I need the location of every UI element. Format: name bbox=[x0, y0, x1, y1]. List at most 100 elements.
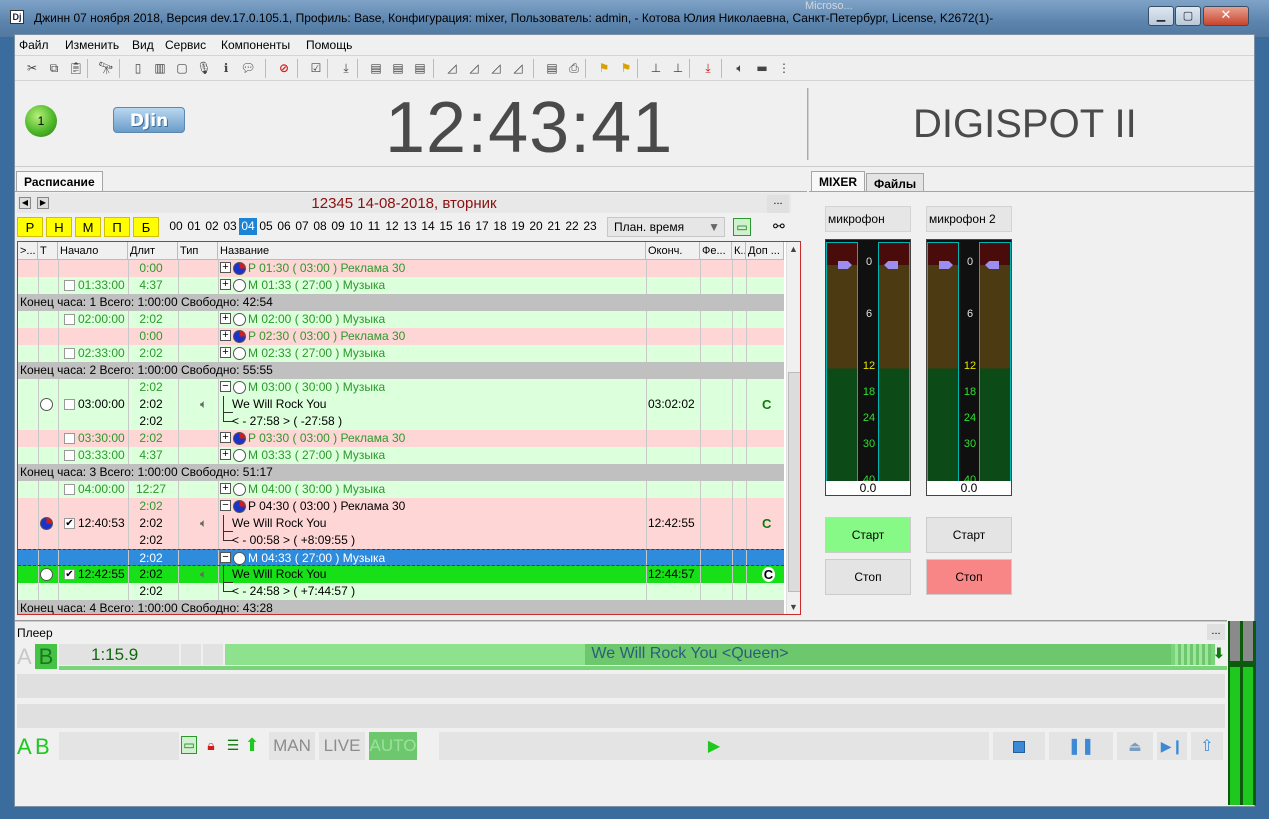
pause-button[interactable]: ❚❚ bbox=[1049, 732, 1113, 760]
deck-b-label[interactable]: B bbox=[35, 644, 57, 669]
table-row[interactable]: 01:33:00 4:37 + M 01:33 ( 27:00 ) Музыка bbox=[18, 277, 784, 294]
hour-02[interactable]: 02 bbox=[203, 218, 221, 235]
down-arrow-icon[interactable]: ⬇ bbox=[1213, 645, 1225, 662]
collapse-icon[interactable]: − bbox=[220, 381, 231, 392]
expand-icon[interactable]: + bbox=[220, 330, 231, 341]
day-button-0[interactable]: Р bbox=[17, 217, 43, 237]
menu-item-3[interactable]: Сервис bbox=[165, 38, 206, 52]
expand-icon[interactable]: + bbox=[220, 347, 231, 358]
paste-icon[interactable]: 📋︎ bbox=[67, 59, 85, 77]
square-icon[interactable]: ▢ bbox=[173, 59, 191, 77]
mic-icon[interactable]: 🎙︎ bbox=[195, 59, 213, 77]
mode-auto-button[interactable]: AUTO bbox=[369, 732, 417, 760]
scroll-up-icon[interactable]: ▲ bbox=[789, 244, 798, 254]
binoculars-icon[interactable]: ⚯ bbox=[773, 218, 785, 235]
menu-item-2[interactable]: Вид bbox=[132, 38, 154, 52]
column-header-9[interactable]: Доп ... bbox=[746, 242, 784, 260]
stop-sign-icon[interactable]: ⊘ bbox=[275, 59, 293, 77]
row-checkbox[interactable] bbox=[64, 433, 75, 444]
lock-icon[interactable]: 🔒︎ bbox=[203, 736, 219, 754]
hour-summary-row[interactable]: Конец часа: 3 Всего: 1:00:00 Свободно: 5… bbox=[18, 464, 784, 481]
table-row[interactable]: 04:00:00 12:27 + M 04:00 ( 30:00 ) Музыка bbox=[18, 481, 784, 498]
deck-a-label[interactable]: A bbox=[17, 644, 32, 670]
day-button-4[interactable]: Б bbox=[133, 217, 159, 237]
expand-icon[interactable]: + bbox=[220, 432, 231, 443]
settings-icon[interactable]: ⋮ bbox=[775, 59, 793, 77]
row-checkbox[interactable] bbox=[64, 450, 75, 461]
table-row[interactable]: 2:02 − M 03:00 ( 30:00 ) Музыка bbox=[18, 379, 784, 396]
player-slot-3[interactable] bbox=[17, 704, 1225, 728]
block1-icon[interactable]: ▤ bbox=[367, 59, 385, 77]
column-header-1[interactable]: Т bbox=[38, 242, 58, 260]
hour-12[interactable]: 12 bbox=[383, 218, 401, 235]
table-row[interactable]: 02:33:00 2:02 + M 02:33 ( 27:00 ) Музыка bbox=[18, 345, 784, 362]
hour-16[interactable]: 16 bbox=[455, 218, 473, 235]
collapse-icon[interactable]: − bbox=[220, 552, 231, 563]
row-checkbox[interactable] bbox=[64, 280, 75, 291]
maximize-button[interactable]: ▢ bbox=[1175, 6, 1201, 26]
hour-22[interactable]: 22 bbox=[563, 218, 581, 235]
table-row[interactable]: 02:00:00 2:02 + M 02:00 ( 30:00 ) Музыка bbox=[18, 311, 784, 328]
more-button[interactable]: ... bbox=[767, 195, 789, 213]
tab-mixer[interactable]: MIXER bbox=[811, 171, 866, 192]
column-header-4[interactable]: Тип bbox=[178, 242, 218, 260]
expand-icon[interactable]: + bbox=[220, 449, 231, 460]
row-checkbox[interactable] bbox=[64, 399, 75, 410]
menu-item-4[interactable]: Компоненты bbox=[221, 38, 290, 52]
hour-11[interactable]: 11 bbox=[365, 218, 383, 235]
next-button[interactable]: ▶❙ bbox=[1157, 732, 1187, 760]
hour-00[interactable]: 00 bbox=[167, 218, 185, 235]
mode-man-button[interactable]: MAN bbox=[269, 732, 315, 760]
flag2-icon[interactable]: ⚑ bbox=[617, 59, 635, 77]
hour-09[interactable]: 09 bbox=[329, 218, 347, 235]
table-row[interactable]: 2:02 − P 04:30 ( 03:00 ) Реклама 30 bbox=[18, 498, 784, 515]
hour-15[interactable]: 15 bbox=[437, 218, 455, 235]
hour-06[interactable]: 06 bbox=[275, 218, 293, 235]
column-header-7[interactable]: Фе... bbox=[700, 242, 732, 260]
stop-button[interactable] bbox=[993, 732, 1045, 760]
scroll-down-icon[interactable]: ▼ bbox=[789, 602, 798, 612]
chart3-icon[interactable]: ◿ bbox=[487, 59, 505, 77]
row-checkbox[interactable] bbox=[64, 484, 75, 495]
hour-14[interactable]: 14 bbox=[419, 218, 437, 235]
column-header-0[interactable]: >... bbox=[18, 242, 38, 260]
table-row[interactable]: ✔ 12:42:55 2:02 🔈︎ We Will Rock You 12:44:57 C bbox=[18, 566, 784, 583]
player-more-button[interactable]: ... bbox=[1207, 624, 1225, 640]
scroll-thumb[interactable] bbox=[788, 372, 800, 592]
expand-icon[interactable]: + bbox=[220, 262, 231, 273]
column-header-6[interactable]: Оконч. bbox=[646, 242, 700, 260]
start-button[interactable]: Старт bbox=[926, 517, 1012, 553]
tab-files[interactable]: Файлы bbox=[866, 173, 925, 192]
chart2-icon[interactable]: ◿ bbox=[465, 59, 483, 77]
expand-icon[interactable]: + bbox=[220, 313, 231, 324]
table-row[interactable]: 03:30:00 2:02 + P 03:30 ( 03:00 ) Реклама 3… bbox=[18, 430, 784, 447]
checkbox-icon[interactable]: ☑ bbox=[307, 59, 325, 77]
export-icon[interactable]: ⤓ bbox=[699, 59, 717, 77]
menu-item-0[interactable]: Файл bbox=[19, 38, 49, 52]
expand-icon[interactable]: + bbox=[220, 279, 231, 290]
collapse-icon[interactable]: − bbox=[220, 500, 231, 511]
hour-18[interactable]: 18 bbox=[491, 218, 509, 235]
align1-icon[interactable]: ⊥ bbox=[647, 59, 665, 77]
chart4-icon[interactable]: ◿ bbox=[509, 59, 527, 77]
day-button-2[interactable]: М bbox=[75, 217, 101, 237]
speaker-icon[interactable]: 🔈︎ bbox=[731, 59, 749, 77]
deck-a-indicator[interactable]: A bbox=[17, 734, 32, 760]
copy-icon[interactable]: ⧉ bbox=[45, 59, 63, 77]
column-header-3[interactable]: Длит bbox=[128, 242, 178, 260]
column-header-2[interactable]: Начало bbox=[58, 242, 128, 260]
table-row[interactable]: ✔ 12:40:53 2:02 🔈︎ We Will Rock You 12:42:55 C bbox=[18, 515, 784, 532]
cut-icon[interactable]: ✂ bbox=[23, 59, 41, 77]
minimize-button[interactable]: ▁ bbox=[1148, 6, 1174, 26]
new-doc-icon[interactable]: ▯ bbox=[129, 59, 147, 77]
columns-icon[interactable]: ▥ bbox=[151, 59, 169, 77]
play-button[interactable]: ▶ bbox=[439, 732, 989, 760]
hour-04[interactable]: 04 bbox=[239, 218, 257, 235]
print-icon[interactable]: ⎙ bbox=[565, 59, 583, 77]
deck-b-indicator[interactable]: B bbox=[35, 734, 50, 760]
menu-item-5[interactable]: Помощь bbox=[306, 38, 352, 52]
page-icon[interactable]: ▤ bbox=[543, 59, 561, 77]
mode-live-button[interactable]: LIVE bbox=[319, 732, 365, 760]
player-slot-2[interactable] bbox=[17, 674, 1225, 698]
list-icon[interactable]: ☰ bbox=[225, 736, 241, 754]
